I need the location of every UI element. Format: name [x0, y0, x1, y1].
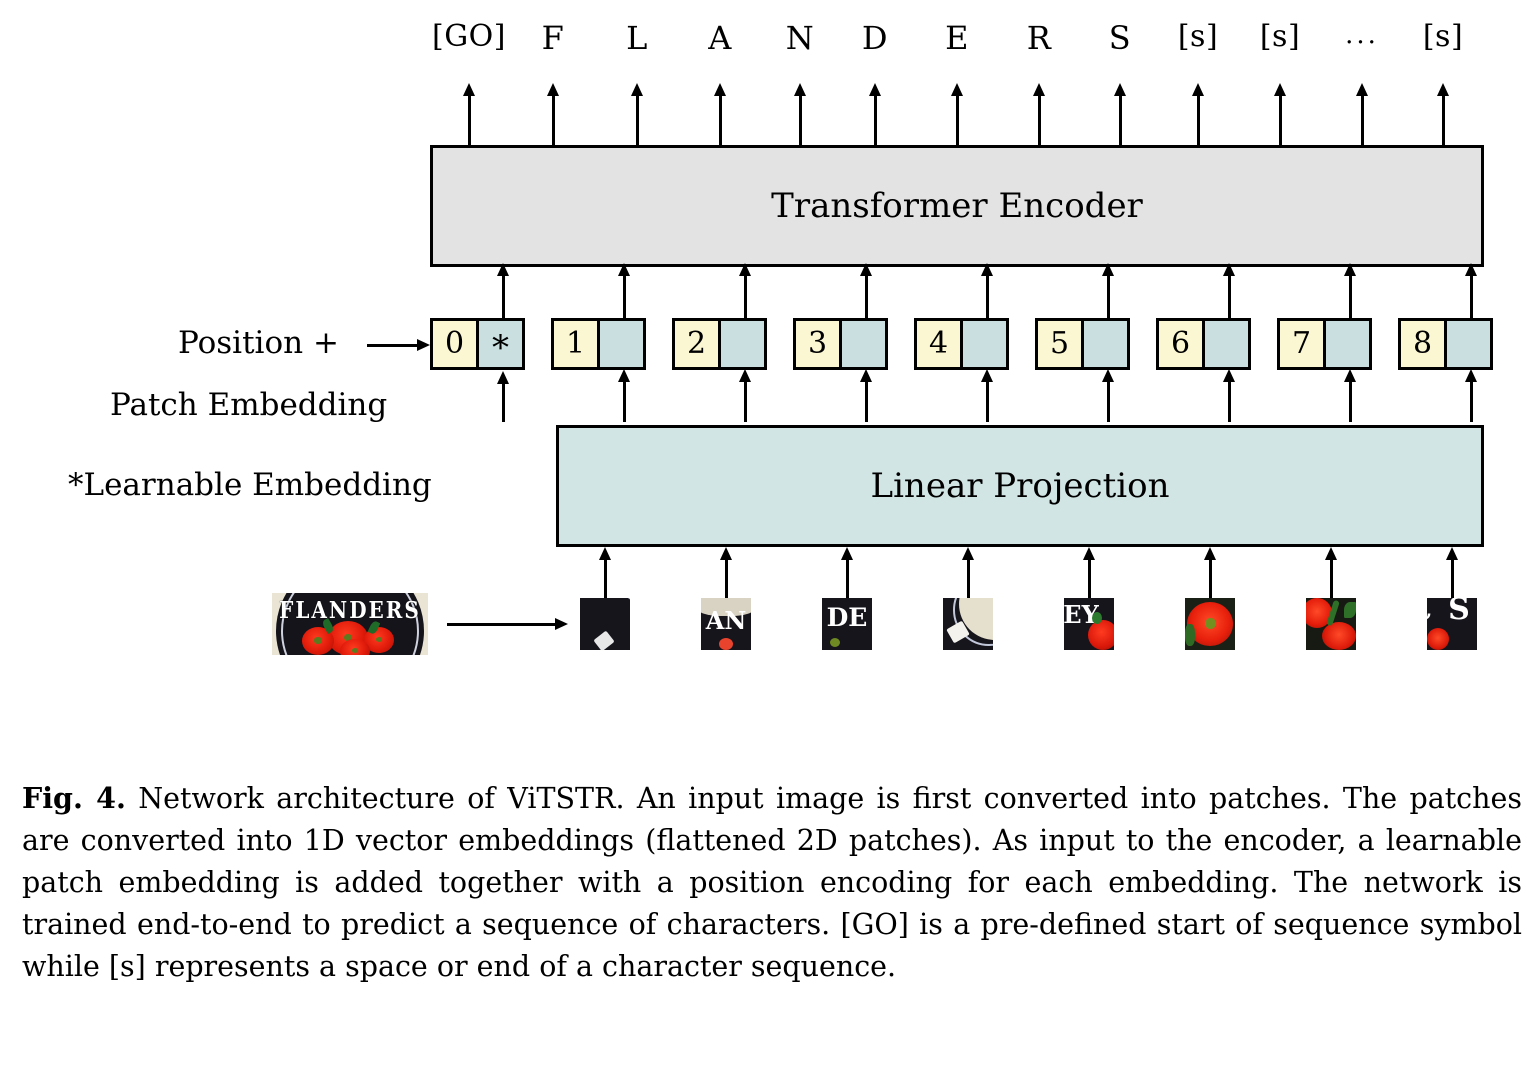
- output-token-5: D: [861, 19, 889, 57]
- embedding-box-4: 4: [914, 318, 1009, 370]
- image-patch-1: [580, 598, 630, 650]
- embedding-box-8: 8: [1398, 318, 1493, 370]
- patch-embedding-label: Patch Embedding: [110, 390, 387, 421]
- output-token-1: F: [541, 19, 565, 57]
- output-token-11: ···: [1345, 28, 1379, 58]
- source-image-flanders: FLANDERS: [272, 593, 428, 655]
- image-patch-8: S’: [1427, 598, 1477, 650]
- position-encoding-1: 1: [551, 318, 600, 370]
- image-patch-6: [1185, 598, 1235, 650]
- linear-projection-label: Linear Projection: [870, 466, 1170, 506]
- linear-projection-block: Linear Projection: [556, 425, 1484, 547]
- embedding-box-3: 3: [793, 318, 888, 370]
- transformer-encoder-block: Transformer Encoder: [430, 145, 1484, 267]
- position-encoding-2: 2: [672, 318, 721, 370]
- output-token-8: S: [1108, 19, 1132, 57]
- output-token-12: [s]: [1422, 19, 1464, 54]
- output-token-6: E: [945, 19, 969, 57]
- position-encoding-6: 6: [1156, 318, 1205, 370]
- position-plus-text: Position +: [178, 325, 339, 361]
- position-encoding-3: 3: [793, 318, 842, 370]
- embedding-box-7: 7: [1277, 318, 1372, 370]
- output-token-7: R: [1026, 19, 1052, 57]
- position-encoding-5: 5: [1035, 318, 1084, 370]
- patch-embedding-value-4: [960, 318, 1009, 370]
- patch-embedding-value-7: [1323, 318, 1372, 370]
- source-image-word: FLANDERS: [279, 596, 421, 624]
- output-token-4: N: [785, 19, 815, 57]
- caption-text: Network architecture of ViTSTR. An input…: [22, 782, 1522, 983]
- embedding-box-1: 1: [551, 318, 646, 370]
- output-token-3: A: [708, 19, 732, 57]
- position-plus-label: Position +: [178, 328, 339, 359]
- position-encoding-8: 8: [1398, 318, 1447, 370]
- output-token-9: [s]: [1177, 19, 1219, 54]
- position-encoding-0: 0: [430, 318, 479, 370]
- image-patch-4: [943, 598, 993, 650]
- figure-vitstr-architecture: [GO] F L A N D E R S [s] [s] ··· [s] Transformer Enc…: [0, 0, 1540, 760]
- position-encoding-4: 4: [914, 318, 963, 370]
- patch-embedding-value-6: [1202, 318, 1251, 370]
- patch-embedding-value-3: [839, 318, 888, 370]
- position-encoding-7: 7: [1277, 318, 1326, 370]
- learnable-embedding-text: *Learnable Embedding: [68, 467, 432, 503]
- patch-embedding-text: Patch Embedding: [110, 387, 388, 423]
- learnable-embedding-label: *Learnable Embedding: [68, 470, 432, 501]
- patch-embedding-value-8: [1444, 318, 1493, 370]
- transformer-encoder-label: Transformer Encoder: [771, 186, 1143, 226]
- figure-caption: Fig. 4. Network architecture of ViTSTR. …: [22, 778, 1522, 987]
- image-patch-3: DE: [822, 598, 872, 650]
- output-token-0: [GO]: [432, 19, 506, 54]
- embedding-box-5: 5: [1035, 318, 1130, 370]
- embedding-box-2: 2: [672, 318, 767, 370]
- output-token-10: [s]: [1259, 19, 1301, 54]
- image-patch-2: AN: [701, 598, 751, 650]
- image-patch-7: [1306, 598, 1356, 650]
- embedding-box-6: 6: [1156, 318, 1251, 370]
- patch-embedding-value-0: *: [476, 318, 525, 370]
- image-patch-5: EY: [1064, 598, 1114, 650]
- patch-embedding-value-5: [1081, 318, 1130, 370]
- patch-embedding-value-2: [718, 318, 767, 370]
- output-token-2: L: [626, 19, 648, 57]
- patch-embedding-value-1: [597, 318, 646, 370]
- embedding-box-0: 0 *: [430, 318, 525, 370]
- caption-figure-number: Fig. 4.: [22, 781, 126, 815]
